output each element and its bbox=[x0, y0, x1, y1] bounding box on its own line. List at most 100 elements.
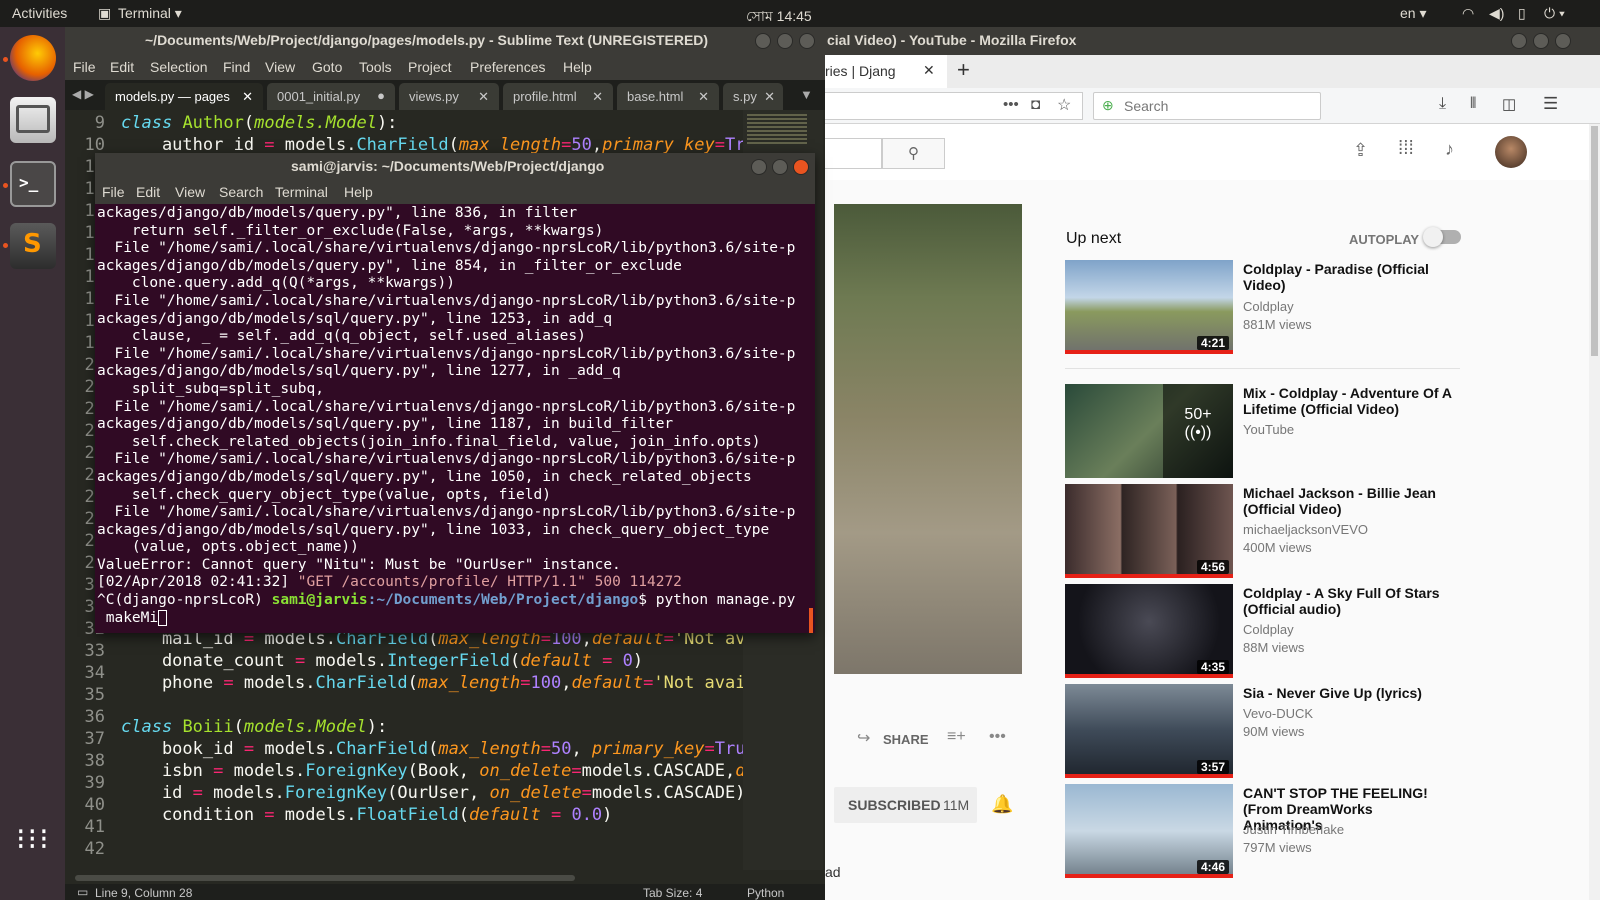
video-thumbnail[interactable]: 4:56 bbox=[1065, 484, 1233, 578]
bookmark-star-icon[interactable]: ☆ bbox=[1057, 95, 1071, 115]
new-tab-button[interactable]: + bbox=[957, 57, 970, 83]
tab-list-icon[interactable]: ▼ bbox=[800, 87, 813, 102]
volume-icon[interactable]: ◀) bbox=[1489, 5, 1504, 22]
sublime-titlebar[interactable]: ~/Documents/Web/Project/django/pages/mod… bbox=[65, 27, 825, 55]
more-actions-icon[interactable]: ••• bbox=[989, 728, 1006, 746]
close-icon[interactable]: ✕ bbox=[592, 89, 603, 105]
bell-icon[interactable]: 🔔 bbox=[991, 794, 1013, 815]
add-to-playlist-icon[interactable]: ≡+ bbox=[947, 728, 966, 746]
menu-help[interactable]: Help bbox=[563, 59, 592, 75]
menu-search[interactable]: Search bbox=[219, 184, 263, 200]
menu-tools[interactable]: Tools bbox=[359, 59, 392, 75]
menu-edit[interactable]: Edit bbox=[136, 184, 160, 200]
close-icon[interactable]: ✕ bbox=[698, 89, 709, 105]
yt-search-input[interactable] bbox=[825, 138, 882, 169]
language-indicator[interactable]: en ▾ bbox=[1400, 5, 1427, 22]
clock[interactable]: সোম 14:45 bbox=[746, 5, 812, 29]
video-channel[interactable]: Coldplay bbox=[1243, 622, 1294, 637]
video-player[interactable] bbox=[834, 204, 1022, 674]
tab-models[interactable]: models.py — pages ✕ bbox=[105, 83, 263, 110]
avatar[interactable] bbox=[1495, 136, 1527, 168]
tab-other[interactable]: s.py ✕ bbox=[723, 83, 783, 110]
video-channel[interactable]: YouTube bbox=[1243, 422, 1294, 437]
firefox-titlebar[interactable]: cial Video) - YouTube - Mozilla Firefox bbox=[825, 27, 1600, 55]
upload-icon[interactable]: ⇪ bbox=[1353, 140, 1368, 161]
page-actions-icon[interactable]: ••• bbox=[1003, 96, 1019, 113]
video-thumbnail[interactable]: 4:46 bbox=[1065, 784, 1233, 878]
power-icon[interactable]: ⏻ ▾ bbox=[1544, 5, 1565, 22]
yt-search-icon[interactable]: ⚲ bbox=[882, 138, 945, 169]
close-button[interactable] bbox=[793, 159, 809, 175]
menu-file[interactable]: File bbox=[73, 59, 96, 75]
menu-edit[interactable]: Edit bbox=[110, 59, 134, 75]
app-menu[interactable]: Terminal ▾ bbox=[118, 5, 182, 22]
minimize-button[interactable] bbox=[1511, 33, 1527, 49]
syntax-selector[interactable]: Python bbox=[747, 886, 784, 900]
library-icon[interactable]: ⫴ bbox=[1470, 95, 1476, 112]
menu-icon[interactable]: ☰ bbox=[1543, 94, 1558, 114]
files-icon[interactable] bbox=[10, 97, 56, 143]
video-thumbnail[interactable]: 4:21 bbox=[1065, 260, 1233, 354]
activities-button[interactable]: Activities bbox=[12, 5, 67, 21]
menu-help[interactable]: Help bbox=[344, 184, 373, 200]
notifications-icon[interactable]: ♪ bbox=[1445, 139, 1454, 160]
close-icon[interactable]: ✕ bbox=[478, 89, 489, 105]
menu-terminal[interactable]: Terminal bbox=[275, 184, 328, 200]
menu-project[interactable]: Project bbox=[408, 59, 452, 75]
video-thumbnail[interactable]: 3:57 bbox=[1065, 684, 1233, 778]
wifi-icon[interactable]: ◠ bbox=[1462, 5, 1474, 22]
maximize-button[interactable] bbox=[772, 159, 788, 175]
tab-initial[interactable]: 0001_initial.py ● bbox=[267, 83, 395, 110]
downloads-icon[interactable]: ⤓ bbox=[1439, 95, 1446, 113]
share-label[interactable]: SHARE bbox=[883, 732, 929, 747]
minimize-button[interactable] bbox=[755, 33, 771, 49]
sublime-text-icon[interactable]: S bbox=[10, 223, 56, 269]
battery-icon[interactable]: ▯ bbox=[1518, 5, 1526, 22]
menu-view[interactable]: View bbox=[265, 59, 295, 75]
video-title[interactable]: Sia - Never Give Up (lyrics) bbox=[1243, 685, 1453, 701]
video-title[interactable]: Mix - Coldplay - Adventure Of A Lifetime… bbox=[1243, 385, 1453, 417]
unsaved-dot-icon[interactable]: ● bbox=[377, 88, 385, 103]
tab-base[interactable]: base.html ✕ bbox=[617, 83, 719, 110]
menu-find[interactable]: Find bbox=[223, 59, 250, 75]
tab-close-icon[interactable]: ✕ bbox=[923, 62, 935, 79]
tab-profile[interactable]: profile.html ✕ bbox=[503, 83, 613, 110]
close-icon[interactable]: ✕ bbox=[242, 89, 253, 105]
close-button[interactable] bbox=[799, 33, 815, 49]
browser-tab[interactable]: ries | Djang ✕ bbox=[825, 55, 947, 88]
video-thumbnail[interactable]: 50+ ((•)) bbox=[1065, 384, 1233, 478]
sidebar-icon[interactable]: ◫ bbox=[1502, 95, 1516, 113]
terminal-output[interactable]: ackages/django/db/models/query.py", line… bbox=[97, 205, 809, 633]
close-button[interactable] bbox=[1555, 33, 1571, 49]
tab-size[interactable]: Tab Size: 4 bbox=[643, 886, 702, 900]
tab-nav-arrows[interactable]: ◀ ▶ bbox=[72, 87, 94, 101]
close-icon[interactable]: ✕ bbox=[764, 89, 775, 105]
menu-goto[interactable]: Goto bbox=[312, 59, 342, 75]
tab-views[interactable]: views.py ✕ bbox=[399, 83, 499, 110]
pocket-icon[interactable]: ◘ bbox=[1031, 96, 1040, 113]
search-field[interactable]: ⊕ Search bbox=[1093, 92, 1321, 120]
video-title[interactable]: Coldplay - Paradise (Official Video) bbox=[1243, 261, 1453, 293]
video-thumbnail[interactable]: 4:35 bbox=[1065, 584, 1233, 678]
minimize-button[interactable] bbox=[751, 159, 767, 175]
prompt-input[interactable]: makeMi bbox=[97, 610, 158, 626]
firefox-icon[interactable] bbox=[10, 35, 56, 81]
scrollbar[interactable] bbox=[1589, 124, 1600, 900]
terminal-scrollbar[interactable] bbox=[809, 608, 813, 633]
video-title[interactable]: Michael Jackson - Billie Jean (Official … bbox=[1243, 485, 1453, 517]
maximize-button[interactable] bbox=[777, 33, 793, 49]
autoplay-toggle[interactable] bbox=[1423, 227, 1461, 247]
subscribed-button[interactable]: SUBSCRIBED 11M bbox=[834, 787, 977, 823]
horizontal-scrollbar[interactable] bbox=[75, 875, 575, 881]
video-channel[interactable]: Vevo-DUCK bbox=[1243, 706, 1313, 721]
menu-preferences[interactable]: Preferences bbox=[470, 59, 545, 75]
video-title[interactable]: Coldplay - A Sky Full Of Stars (Official… bbox=[1243, 585, 1453, 617]
search-engine-icon[interactable]: ⊕ bbox=[1102, 97, 1114, 114]
menu-selection[interactable]: Selection bbox=[150, 59, 208, 75]
terminal-titlebar[interactable]: sami@jarvis: ~/Documents/Web/Project/dja… bbox=[95, 153, 815, 180]
apps-grid-icon[interactable]: ⁞⁞⁞ bbox=[1398, 138, 1414, 160]
video-channel[interactable]: Justin Timberlake bbox=[1243, 822, 1344, 837]
show-apps-icon[interactable]: ⁝⁝⁝ bbox=[16, 825, 50, 868]
video-channel[interactable]: Coldplay bbox=[1243, 299, 1294, 314]
url-bar[interactable]: ••• ◘ ☆ bbox=[825, 92, 1083, 120]
